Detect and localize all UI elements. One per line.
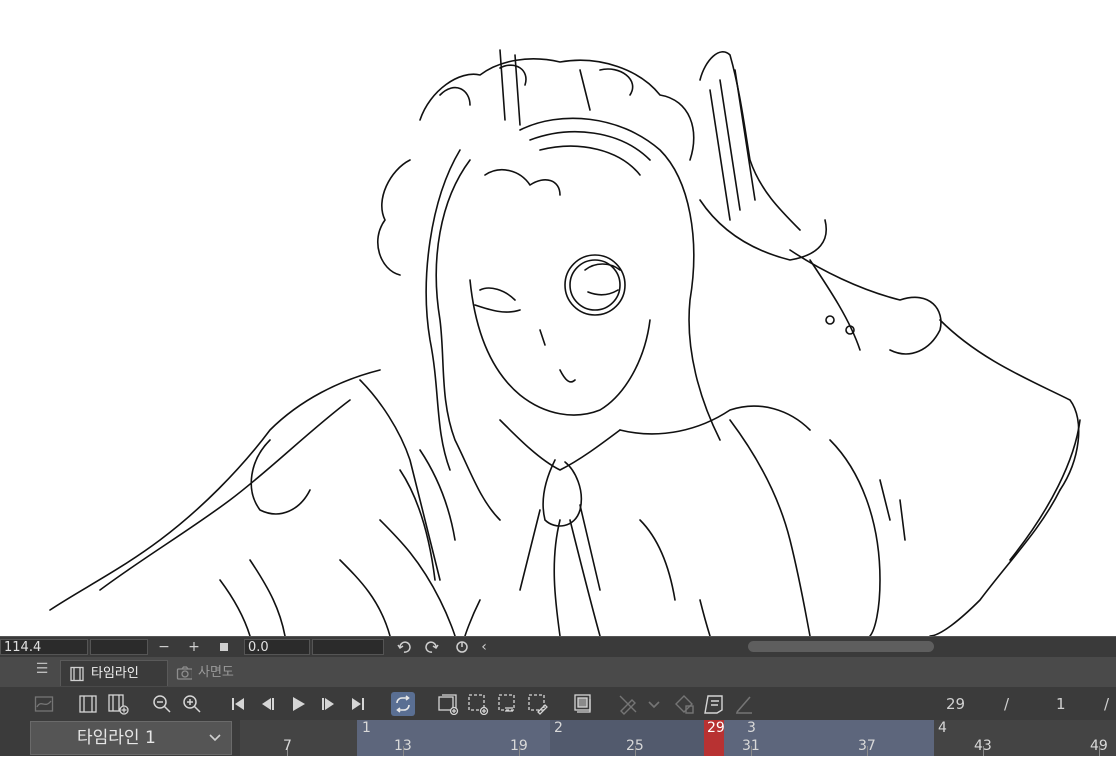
frame-ruler[interactable]: 1 2 29 3 4 7 13 19 25 31 37 43 49 (240, 720, 1116, 756)
brush-icon[interactable] (732, 692, 756, 716)
zoom-slider[interactable] (90, 639, 148, 655)
frame-number: 19 (510, 738, 528, 754)
zoom-out-timeline-icon[interactable] (150, 692, 174, 716)
delete-cel-icon[interactable] (672, 692, 696, 716)
specify-cel-icon[interactable] (466, 692, 490, 716)
panel-menu-icon[interactable]: ☰ (34, 661, 50, 677)
timeline-selector[interactable]: 타임라인 1 (30, 721, 232, 755)
zoom-out-button[interactable]: − (155, 639, 173, 655)
rotate-right-icon[interactable] (423, 639, 441, 655)
play-icon[interactable] (286, 692, 310, 716)
timeline-track-row: 타임라인 1 1 2 29 3 4 7 13 19 25 31 37 43 49 (0, 720, 1116, 756)
cel-label: 4 (938, 720, 947, 736)
new-animation-cel-icon[interactable] (436, 692, 460, 716)
tab-four-view-label: 사면도 (198, 665, 234, 680)
canvas-status-bar: 114.4 − + 0.0 ‹ (0, 636, 1116, 657)
frame-number: 43 (974, 738, 992, 754)
frame-number: 13 (394, 738, 412, 754)
rotation-slider[interactable] (312, 639, 384, 655)
playhead-cel-label: 29 (707, 720, 725, 736)
tab-four-view[interactable]: 사면도 (168, 660, 256, 686)
next-frame-icon[interactable] (316, 692, 340, 716)
rotate-left-icon[interactable] (395, 639, 413, 655)
tab-timeline[interactable]: 타임라인 (60, 660, 168, 686)
onion-skin-button[interactable] (32, 692, 56, 716)
previous-frame-icon[interactable] (256, 692, 280, 716)
frame-number: 31 (742, 738, 760, 754)
cel-label: 3 (747, 720, 756, 736)
chevron-down-icon[interactable] (642, 692, 666, 716)
loop-playback-icon[interactable] (391, 692, 415, 716)
frame-number: 49 (1090, 738, 1108, 754)
timeline-panel-header: ☰ 타임라인 사면도 (0, 657, 1116, 687)
stop-icon[interactable] (215, 639, 233, 655)
reference-cel-icon[interactable] (702, 692, 726, 716)
chevron-down-icon (207, 722, 223, 766)
cel-label: 2 (554, 720, 563, 736)
last-frame-icon[interactable] (346, 692, 370, 716)
frame-separator-2: / (1104, 695, 1110, 713)
zoom-in-timeline-icon[interactable] (180, 692, 204, 716)
drawing-canvas[interactable] (0, 0, 1116, 636)
new-timeline-button[interactable] (76, 692, 100, 716)
add-timeline-button[interactable] (106, 692, 130, 716)
sketch-illustration (49, 49, 1081, 636)
rotation-angle-field[interactable]: 0.0 (244, 639, 310, 655)
timeline-name: 타임라인 1 (77, 728, 156, 748)
camera-icon (176, 666, 192, 680)
edit-cel-icon[interactable] (526, 692, 550, 716)
frame-separator: / (1004, 695, 1010, 713)
frame-number: 25 (626, 738, 644, 754)
reset-rotation-icon[interactable] (453, 639, 471, 655)
pen-disabled-icon[interactable] (616, 692, 640, 716)
timeline-toolbar: 29 / 1 / (0, 687, 1116, 720)
zoom-field[interactable]: 114.4 (0, 639, 88, 655)
timeline-icon (70, 666, 84, 682)
current-frame-display[interactable]: 29 (946, 695, 965, 713)
start-frame-display[interactable]: 1 (1056, 695, 1066, 713)
frame-number: 37 (858, 738, 876, 754)
link-cel-icon[interactable] (496, 692, 520, 716)
tab-timeline-label: 타임라인 (91, 666, 139, 681)
zoom-in-button[interactable]: + (185, 639, 203, 655)
scroll-left-icon[interactable]: ‹ (478, 639, 490, 655)
frame-number: 7 (283, 738, 292, 754)
horizontal-scrollbar[interactable] (748, 641, 934, 652)
first-frame-icon[interactable] (226, 692, 250, 716)
light-table-icon[interactable] (572, 692, 596, 716)
cel-label: 1 (362, 720, 371, 736)
